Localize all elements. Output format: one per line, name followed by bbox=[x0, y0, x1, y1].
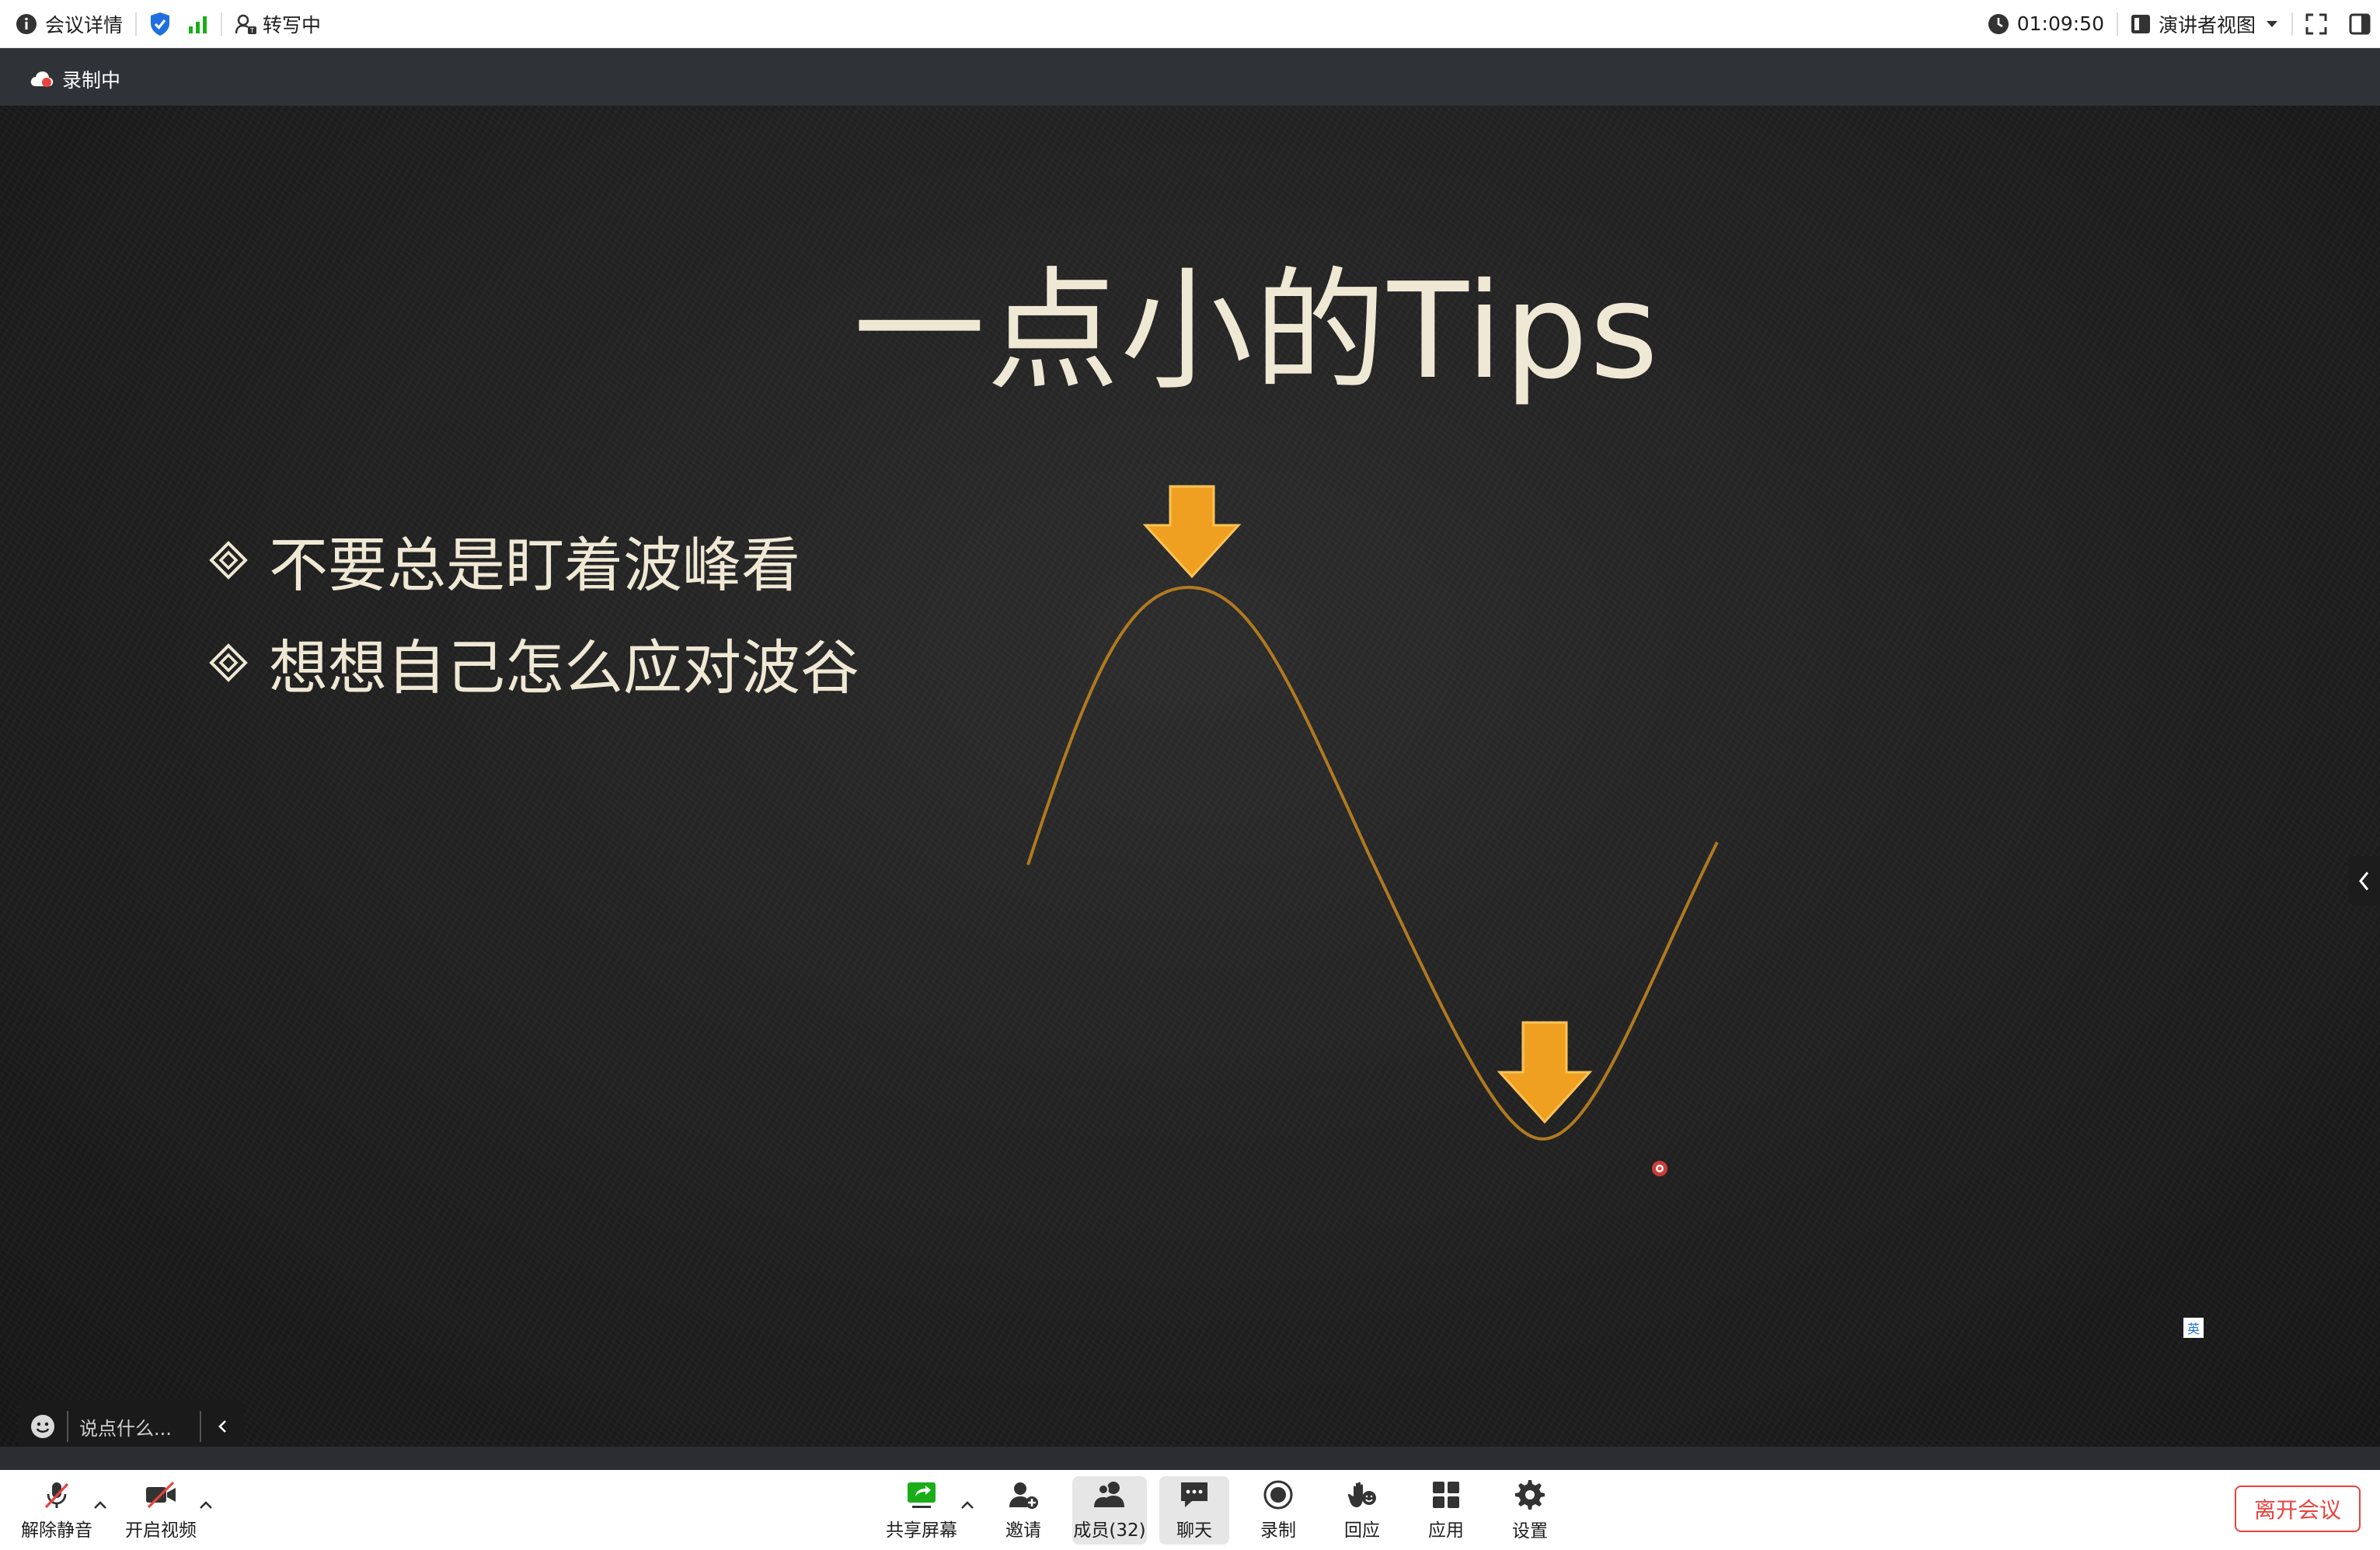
side-panel-handle[interactable] bbox=[2349, 856, 2380, 906]
fullscreen-button[interactable] bbox=[2305, 0, 2327, 48]
clock-icon bbox=[1988, 13, 2009, 34]
camera-off-icon bbox=[146, 1481, 176, 1509]
hand-wave-icon bbox=[1347, 1482, 1376, 1507]
members-icon bbox=[1094, 1482, 1124, 1507]
meeting-timer: 01:09:50 bbox=[1988, 0, 2104, 48]
video-label: 开启视频 bbox=[125, 1520, 197, 1541]
divider bbox=[2116, 12, 2118, 36]
apps-label: 应用 bbox=[1428, 1520, 1464, 1541]
apps-grid-icon bbox=[1433, 1482, 1459, 1508]
fullscreen-icon bbox=[2305, 13, 2327, 34]
react-label: 回应 bbox=[1344, 1520, 1380, 1541]
transcribe-status[interactable]: T 转写中 bbox=[235, 0, 321, 48]
add-user-icon bbox=[1009, 1482, 1038, 1509]
svg-text:T: T bbox=[249, 27, 254, 34]
settings-button[interactable]: 设置 bbox=[1495, 1476, 1565, 1545]
peak-arrow-icon bbox=[1142, 485, 1242, 579]
leave-meeting-button[interactable]: 离开会议 bbox=[2235, 1486, 2361, 1532]
meeting-info[interactable]: 会议详情 bbox=[16, 0, 123, 48]
meeting-info-label: 会议详情 bbox=[45, 13, 124, 37]
divider bbox=[221, 12, 223, 36]
chevron-left-icon[interactable] bbox=[215, 1419, 231, 1434]
meeting-toolbar: 解除静音 开启视频 共享屏幕 邀请 成员(32) 聊天 录制 回应 应用 设置 … bbox=[0, 1470, 2380, 1550]
info-icon bbox=[16, 13, 37, 34]
trough-arrow-icon bbox=[1497, 1021, 1593, 1124]
react-button[interactable]: 回应 bbox=[1327, 1476, 1397, 1545]
chat-bubble-icon bbox=[1181, 1482, 1207, 1507]
network-status[interactable] bbox=[188, 0, 208, 48]
invite-label: 邀请 bbox=[1005, 1520, 1041, 1541]
share-label: 共享屏幕 bbox=[886, 1520, 957, 1541]
timer-value: 01:09:50 bbox=[2016, 12, 2104, 35]
view-mode-label: 演讲者视图 bbox=[2158, 13, 2256, 37]
shared-slide: 一点小的Tips 不要总是盯着波峰看 想想自己怎么应对波谷 英 说点什么... bbox=[0, 106, 2380, 1447]
share-screen-button[interactable]: 共享屏幕 bbox=[883, 1476, 960, 1545]
chevron-up-icon[interactable] bbox=[197, 1496, 214, 1513]
wave-diagram bbox=[1026, 485, 1719, 1141]
start-video-button[interactable]: 开启视频 bbox=[120, 1476, 202, 1545]
divider bbox=[199, 1411, 201, 1442]
chat-placeholder: 说点什么... bbox=[79, 1417, 172, 1440]
view-mode-dropdown[interactable]: 演讲者视图 bbox=[2131, 0, 2279, 48]
chat-label: 聊天 bbox=[1176, 1520, 1212, 1541]
divider bbox=[2291, 12, 2293, 36]
emoji-icon[interactable] bbox=[30, 1413, 56, 1440]
record-icon bbox=[1263, 1480, 1293, 1510]
cloud-record-icon bbox=[30, 71, 54, 87]
recording-strip: 录制中 bbox=[0, 48, 2380, 106]
members-button[interactable]: 成员(32) bbox=[1072, 1476, 1147, 1545]
meeting-stage: 录制中 一点小的Tips 不要总是盯着波峰看 想想自己怎么应对波谷 英 说点什么… bbox=[0, 48, 2380, 1470]
settings-label: 设置 bbox=[1512, 1521, 1548, 1541]
members-label: 成员(32) bbox=[1073, 1520, 1146, 1541]
unmute-button[interactable]: 解除静音 bbox=[16, 1476, 98, 1545]
apps-button[interactable]: 应用 bbox=[1411, 1476, 1481, 1545]
recording-indicator[interactable]: 录制中 bbox=[30, 65, 120, 93]
divider bbox=[135, 12, 138, 36]
mic-muted-icon bbox=[44, 1482, 69, 1509]
signal-icon bbox=[189, 16, 207, 33]
chevron-down-icon bbox=[2267, 20, 2277, 27]
shield-icon bbox=[151, 12, 170, 36]
laser-pointer-icon bbox=[1652, 1161, 1667, 1176]
chevron-up-icon[interactable] bbox=[92, 1496, 109, 1513]
chevron-up-icon[interactable] bbox=[959, 1496, 976, 1513]
stage-bottom-strip bbox=[0, 1447, 2380, 1470]
invite-button[interactable]: 邀请 bbox=[988, 1476, 1058, 1545]
divider bbox=[67, 1411, 68, 1442]
record-label: 录制 bbox=[1260, 1520, 1296, 1541]
security-status[interactable] bbox=[149, 0, 171, 48]
chevron-left-icon bbox=[2359, 872, 2369, 890]
sidebar-icon bbox=[2349, 13, 2371, 34]
unmute-label: 解除静音 bbox=[21, 1520, 92, 1541]
chat-button[interactable]: 聊天 bbox=[1159, 1476, 1229, 1545]
top-bar: 会议详情 T 转写中 01:09:50 演讲者视图 bbox=[0, 0, 2380, 48]
layout-icon bbox=[2131, 14, 2150, 33]
transcribe-icon: T bbox=[235, 14, 257, 34]
share-screen-icon bbox=[908, 1482, 936, 1508]
sidebar-toggle-button[interactable] bbox=[2349, 0, 2371, 48]
language-badge[interactable]: 英 bbox=[2183, 1318, 2204, 1338]
wave-curve bbox=[1026, 585, 1719, 1141]
recording-label: 录制中 bbox=[62, 69, 121, 92]
transcribe-label: 转写中 bbox=[263, 13, 322, 37]
quick-chat-input[interactable]: 说点什么... bbox=[19, 1400, 244, 1447]
gear-icon bbox=[1515, 1480, 1545, 1510]
record-button[interactable]: 录制 bbox=[1243, 1476, 1313, 1545]
